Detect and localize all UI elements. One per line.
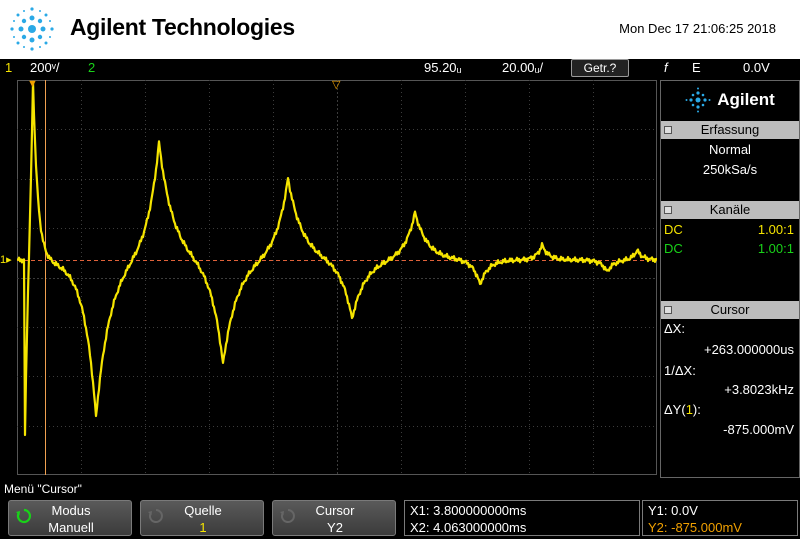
- acquisition-mode: Normal: [709, 142, 751, 157]
- softkey-mode-label: Modus: [51, 503, 91, 518]
- acquisition-header[interactable]: Erfassung: [661, 121, 799, 139]
- cursor-title: Cursor: [710, 302, 750, 317]
- softkey-cursor-value: Y2: [327, 520, 343, 535]
- inverse-delta-x-value: +3.8023kHz: [724, 382, 794, 397]
- agilent-spark-logo-icon: [10, 7, 54, 51]
- brand-title: Agilent Technologies: [70, 14, 295, 40]
- menu-title: Menü "Cursor": [4, 482, 82, 496]
- ground-marker-arrow-icon: ▸: [6, 254, 12, 266]
- info-panel: Agilent Erfassung Normal 250kSa/s Kanäle…: [660, 80, 800, 478]
- softkey-cursor[interactable]: Cursor Y2: [272, 500, 396, 536]
- channel-1-coupling: DC: [664, 222, 683, 237]
- waveform-display[interactable]: [17, 80, 657, 475]
- softkey-bar: Modus Manuell Quelle 1 Cursor Y2 X1: 3.8…: [0, 497, 800, 539]
- delta-y-label: ΔY(1):: [664, 402, 701, 417]
- graticule: [17, 80, 657, 475]
- agilent-spark-small-icon: [685, 87, 711, 113]
- status-bar: 1 200ᵛ/ 2 95.20ᵤ 20.00ᵤ/ Getr.? f E 0.0V: [0, 59, 800, 78]
- date-time: Mon Dec 17 21:06:25 2018: [619, 21, 776, 36]
- softkey-source-label: Quelle: [184, 503, 222, 518]
- channel-2-number[interactable]: 2: [88, 60, 95, 75]
- delta-y-label-suffix: ):: [692, 402, 701, 417]
- panel-logo: Agilent: [661, 81, 799, 119]
- x2-readout: X2: 4.063000000ms: [410, 520, 527, 535]
- section-collapse-icon: [664, 206, 672, 214]
- delta-y-label-channel: 1: [685, 402, 693, 417]
- channel-1-number[interactable]: 1: [5, 60, 12, 75]
- delta-x-label: ΔX:: [664, 321, 685, 336]
- time-reference-marker-icon[interactable]: ▽: [332, 78, 340, 91]
- y2-readout: Y2: -875.000mV: [648, 520, 742, 535]
- trigger-status-button[interactable]: Getr.?: [571, 59, 629, 77]
- x1-readout: X1: 3.800000000ms: [410, 503, 527, 518]
- delta-y-label-prefix: ΔY(: [664, 402, 686, 417]
- softkey-mode[interactable]: Modus Manuell: [8, 500, 132, 536]
- channel-2-coupling: DC: [664, 241, 683, 256]
- channel-1-ground-marker[interactable]: 1▸: [0, 253, 14, 267]
- trigger-level[interactable]: 0.0V: [743, 60, 770, 75]
- panel-brand: Agilent: [717, 90, 775, 109]
- section-collapse-icon: [664, 126, 672, 134]
- channel-1-scale[interactable]: 200ᵛ/: [30, 60, 59, 75]
- inverse-delta-x-label: 1/ΔX:: [664, 363, 696, 378]
- trigger-position-marker-icon[interactable]: ▼: [27, 78, 38, 90]
- delta-y-value: -875.000mV: [723, 422, 794, 437]
- channel-2-probe: 1.00:1: [757, 241, 794, 256]
- softkey-source-value: 1: [199, 520, 207, 535]
- y-cursor-readout: Y1: 0.0V Y2: -875.000mV: [642, 500, 798, 536]
- softkey-source[interactable]: Quelle 1: [140, 500, 264, 536]
- softkey-mode-value: Manuell: [48, 520, 94, 535]
- trigger-edge-icon[interactable]: f: [664, 60, 668, 75]
- section-collapse-icon: [664, 306, 672, 314]
- acquisition-title: Erfassung: [700, 122, 760, 137]
- x-cursor-readout: X1: 3.800000000ms X2: 4.063000000ms: [404, 500, 640, 536]
- softkey-cursor-label: Cursor: [315, 503, 355, 518]
- y1-readout: Y1: 0.0V: [648, 503, 698, 518]
- channels-header[interactable]: Kanäle: [661, 201, 799, 219]
- cursor-header[interactable]: Cursor: [661, 301, 799, 319]
- trigger-source[interactable]: E: [692, 60, 701, 75]
- sample-rate: 250kSa/s: [702, 162, 758, 177]
- horizontal-position[interactable]: 95.20ᵤ: [424, 60, 462, 75]
- delta-x-value: +263.000000us: [703, 342, 794, 357]
- channel-1-probe: 1.00:1: [757, 222, 794, 237]
- header: Agilent Technologies Mon Dec 17 21:06:25…: [0, 0, 800, 59]
- time-per-division[interactable]: 20.00ᵤ/: [502, 60, 543, 75]
- channels-title: Kanäle: [709, 202, 751, 217]
- channel-1-waveform: [17, 80, 657, 437]
